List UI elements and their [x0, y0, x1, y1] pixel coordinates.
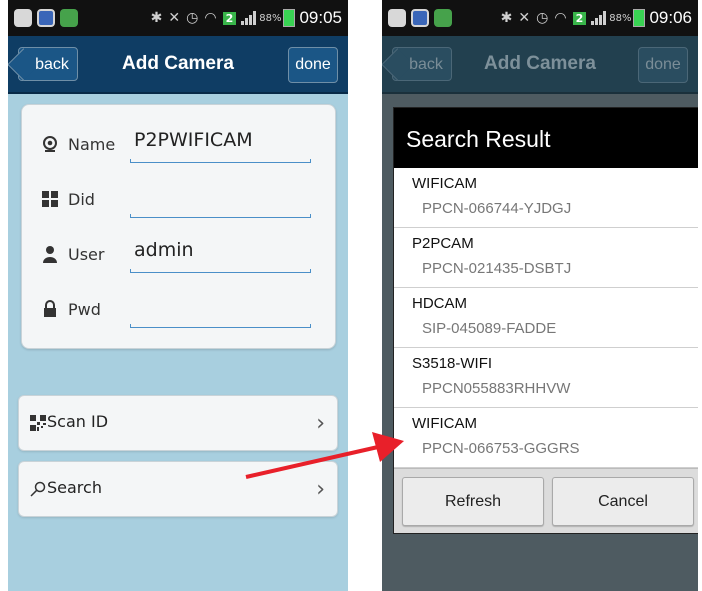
notification-badge: 2 — [222, 11, 237, 25]
pwd-label: Pwd — [68, 300, 101, 319]
cancel-button[interactable]: Cancel — [552, 477, 694, 526]
result-id: PPCN-066744-YJDGJ — [422, 200, 572, 217]
pwd-underline — [130, 324, 311, 328]
title-bar: Add Camera back done — [8, 36, 348, 94]
alarm-icon: ◷ — [186, 10, 199, 26]
result-name: WIFICAM — [412, 175, 477, 192]
status-bar: ✱ ✕ ◷ ◠ 2 88% 09:05 — [8, 0, 348, 36]
phone-screen-search-result: ✱ ✕ ◷ ◠ 2 88% 09:06 Add Camera back done… — [382, 0, 698, 591]
done-button[interactable]: done — [288, 47, 338, 83]
lock-icon — [44, 300, 56, 317]
back-button[interactable]: back — [18, 47, 78, 81]
result-id: PPCN-021435-DSBTJ — [422, 260, 572, 277]
result-name: S3518-WIFI — [412, 355, 493, 372]
add-app-icon — [14, 9, 32, 27]
search-icon — [30, 481, 46, 497]
grid-icon — [42, 191, 58, 207]
pwd-field[interactable]: Pwd — [22, 288, 335, 328]
chevron-right-icon: › — [316, 411, 325, 436]
battery-percent: 88% — [609, 12, 632, 24]
camera-form: Name P2PWIFICAM Did User admin Pwd — [21, 104, 336, 349]
result-name: WIFICAM — [412, 415, 477, 432]
did-field[interactable]: Did — [22, 178, 335, 218]
user-underline — [130, 269, 311, 273]
shield-app-icon — [37, 9, 55, 27]
battery-percent: 88% — [259, 12, 282, 24]
search-result-dialog: Search Result WIFICAM PPCN-066744-YJDGJ … — [394, 108, 698, 533]
chart-app-icon — [434, 9, 452, 27]
title-bar: Add Camera back done — [382, 36, 698, 94]
qr-code-icon — [30, 415, 46, 431]
name-field[interactable]: Name P2PWIFICAM — [22, 123, 335, 163]
alarm-icon: ◷ — [536, 10, 549, 26]
name-label: Name — [68, 135, 116, 154]
user-label: User — [68, 245, 105, 264]
refresh-button[interactable]: Refresh — [402, 477, 544, 526]
add-app-icon — [388, 9, 406, 27]
name-input[interactable]: P2PWIFICAM — [134, 129, 253, 151]
chart-app-icon — [60, 9, 78, 27]
shield-app-icon — [411, 9, 429, 27]
name-underline — [130, 159, 311, 163]
notification-badge: 2 — [572, 11, 587, 25]
search-button[interactable]: Search › — [18, 461, 338, 517]
webcam-icon — [43, 136, 57, 152]
user-icon — [43, 246, 57, 263]
clock: 09:06 — [649, 8, 692, 27]
result-name: P2PCAM — [412, 235, 474, 252]
did-label: Did — [68, 190, 95, 209]
done-button: done — [638, 47, 688, 83]
user-input[interactable]: admin — [134, 239, 194, 261]
wifi-icon: ◠ — [204, 10, 217, 26]
search-label: Search — [47, 478, 102, 497]
signal-icon — [241, 11, 257, 25]
back-button: back — [392, 47, 452, 81]
result-id: PPCN055883RHHVW — [422, 380, 571, 397]
status-bar: ✱ ✕ ◷ ◠ 2 88% 09:06 — [382, 0, 698, 36]
back-button-label: back — [35, 56, 69, 73]
back-button-label: back — [409, 56, 443, 73]
dialog-title: Search Result — [394, 108, 698, 168]
result-item[interactable]: P2PCAM PPCN-021435-DSBTJ — [394, 228, 698, 288]
user-field[interactable]: User admin — [22, 233, 335, 273]
result-item[interactable]: S3518-WIFI PPCN055883RHHVW — [394, 348, 698, 408]
battery-icon — [633, 9, 646, 27]
result-item[interactable]: WIFICAM PPCN-066753-GGGRS — [394, 408, 698, 468]
bluetooth-icon: ✱ — [150, 10, 163, 26]
chevron-right-icon: › — [316, 477, 325, 502]
result-id: PPCN-066753-GGGRS — [422, 440, 580, 457]
mute-icon: ✕ — [168, 10, 181, 26]
scan-id-label: Scan ID — [47, 412, 109, 431]
phone-screen-add-camera: ✱ ✕ ◷ ◠ 2 88% 09:05 Add Camera back done… — [8, 0, 348, 591]
clock: 09:05 — [299, 8, 342, 27]
result-id: SIP-045089-FADDE — [422, 320, 557, 337]
result-item[interactable]: HDCAM SIP-045089-FADDE — [394, 288, 698, 348]
wifi-icon: ◠ — [554, 10, 567, 26]
mute-icon: ✕ — [518, 10, 531, 26]
result-list: WIFICAM PPCN-066744-YJDGJ P2PCAM PPCN-02… — [394, 168, 698, 468]
battery-icon — [283, 9, 296, 27]
did-underline — [130, 214, 311, 218]
scan-id-button[interactable]: Scan ID › — [18, 395, 338, 451]
result-name: HDCAM — [412, 295, 467, 312]
dialog-footer: Refresh Cancel — [394, 468, 698, 533]
bluetooth-icon: ✱ — [500, 10, 513, 26]
result-item[interactable]: WIFICAM PPCN-066744-YJDGJ — [394, 168, 698, 228]
signal-icon — [591, 11, 607, 25]
